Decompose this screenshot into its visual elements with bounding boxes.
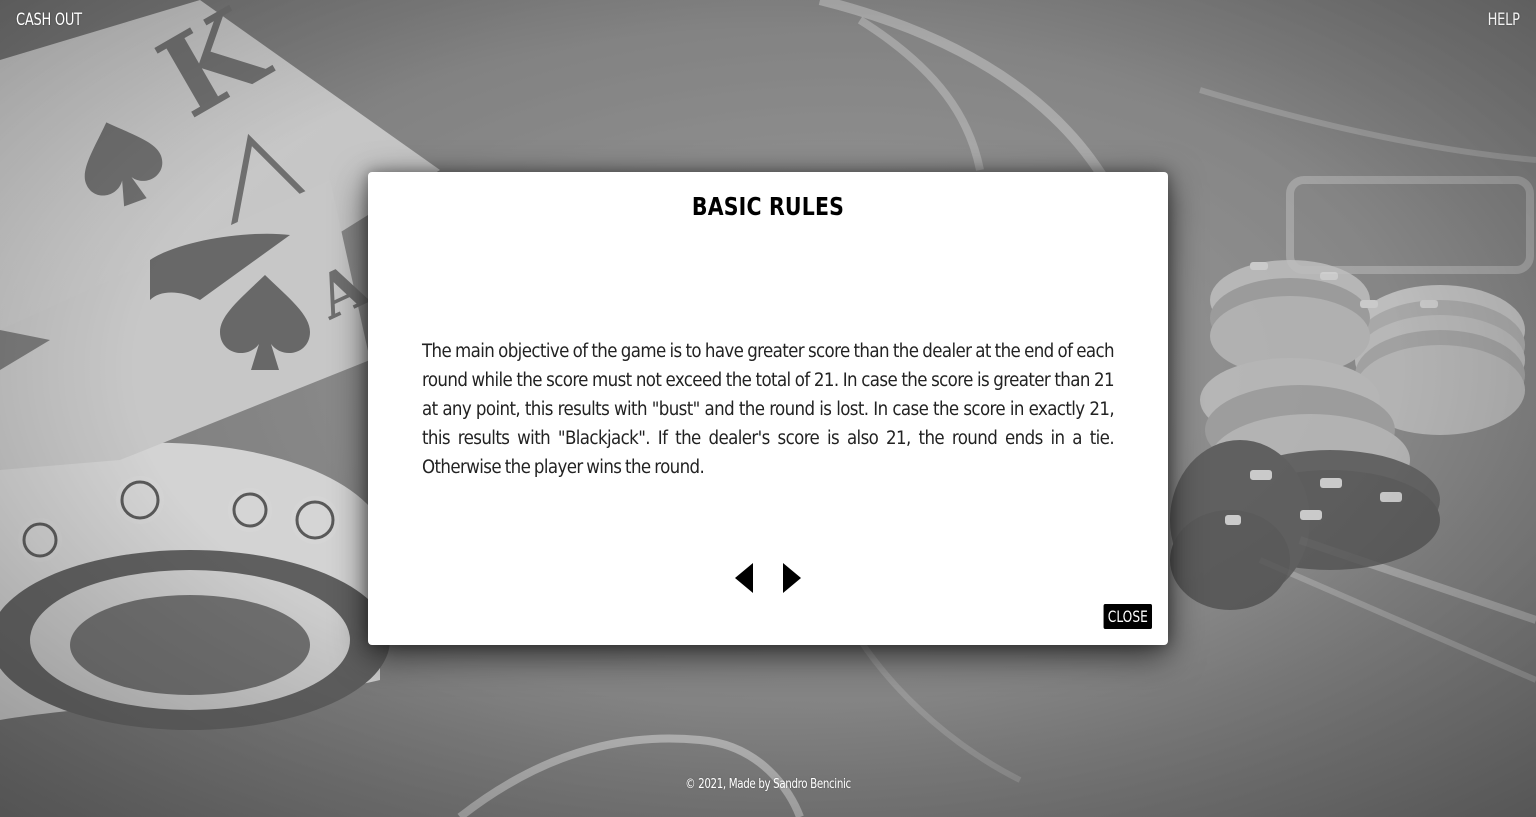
triangle-right-icon[interactable] [781, 562, 803, 594]
footer: © 2021, Made by Sandro Bencinic [0, 777, 1536, 792]
close-button[interactable]: CLOSE [1103, 604, 1152, 629]
rules-text: The main objective of the game is to hav… [422, 341, 1115, 478]
help-button[interactable]: HELP [1488, 10, 1520, 30]
cash-out-button[interactable]: CASH OUT [16, 10, 82, 30]
page-navigation [368, 562, 1168, 594]
rules-modal: BASIC RULES The main objective of the ga… [368, 172, 1168, 645]
modal-title: BASIC RULES [691, 192, 845, 221]
triangle-left-icon[interactable] [733, 562, 755, 594]
copyright-text: © 2021, Made by Sandro Bencinic [685, 777, 851, 792]
